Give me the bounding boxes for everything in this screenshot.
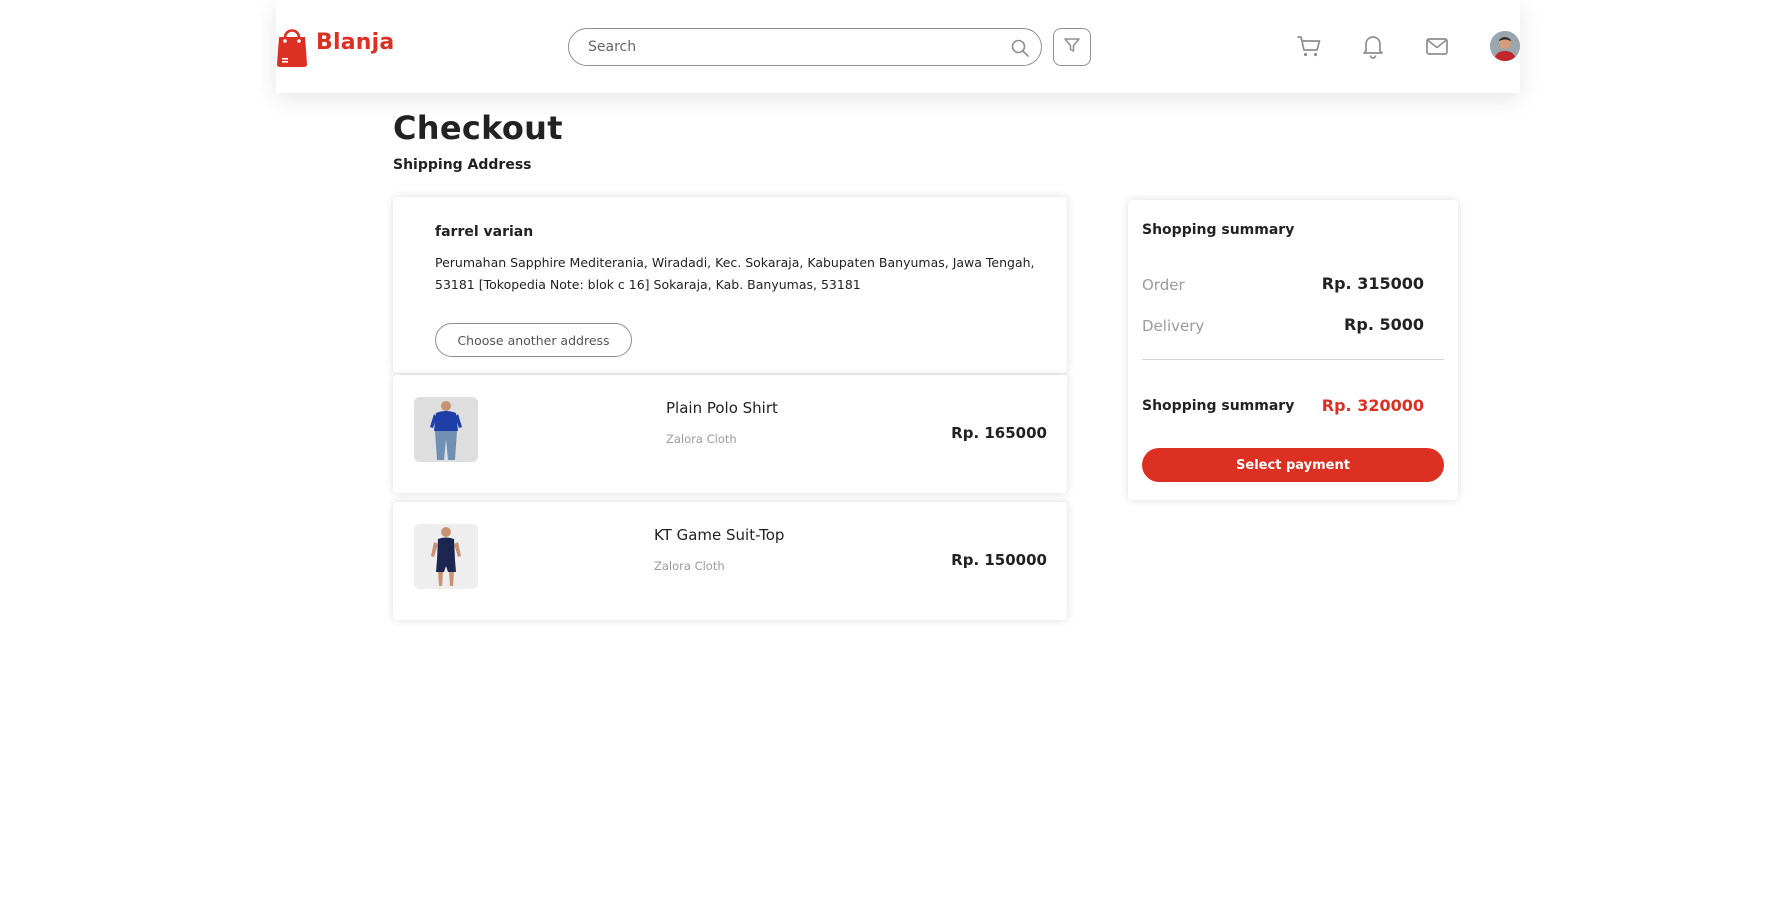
brand-logo[interactable]: Blanja — [276, 24, 394, 68]
product-price: Rp. 150000 — [951, 551, 1047, 569]
cart-item: Plain Polo Shirt Zalora Cloth Rp. 165000 — [393, 375, 1067, 493]
shopping-bag-icon — [276, 24, 308, 68]
summary-divider — [1142, 359, 1444, 360]
total-value: Rp. 320000 — [1321, 396, 1424, 415]
top-navbar: Blanja — [276, 0, 1520, 93]
order-label: Order — [1142, 276, 1185, 294]
bell-icon[interactable] — [1360, 33, 1386, 59]
product-image — [414, 397, 478, 462]
product-name: KT Game Suit-Top — [654, 526, 785, 544]
recipient-name: farrel varian — [435, 224, 534, 240]
total-label: Shopping summary — [1142, 398, 1295, 414]
shipping-address-card: farrel varian Perumahan Sapphire Mediter… — [393, 197, 1067, 373]
select-payment-button[interactable]: Select payment — [1142, 448, 1444, 482]
store-name: Zalora Cloth — [666, 432, 737, 446]
search-icon[interactable] — [1010, 38, 1030, 58]
filter-button[interactable] — [1053, 28, 1091, 66]
page-title: Checkout — [393, 109, 563, 147]
search-input[interactable] — [588, 39, 988, 55]
cart-item: KT Game Suit-Top Zalora Cloth Rp. 150000 — [393, 502, 1067, 620]
order-value: Rp. 315000 — [1321, 274, 1424, 293]
search-bar — [568, 28, 1042, 66]
filter-icon — [1063, 36, 1081, 58]
delivery-value: Rp. 5000 — [1344, 315, 1424, 334]
brand-name: Blanja — [316, 29, 395, 55]
address-text: Perumahan Sapphire Mediterania, Wiradadi… — [435, 255, 1035, 292]
shopping-summary-card: Shopping summary Order Rp. 315000 Delive… — [1128, 200, 1458, 500]
delivery-label: Delivery — [1142, 317, 1205, 335]
cart-icon[interactable] — [1296, 33, 1322, 59]
section-label-shipping: Shipping Address — [393, 157, 532, 173]
store-name: Zalora Cloth — [654, 559, 725, 573]
product-image — [414, 524, 478, 589]
mail-icon[interactable] — [1424, 33, 1450, 59]
user-avatar[interactable] — [1490, 31, 1520, 61]
product-name: Plain Polo Shirt — [666, 399, 778, 417]
product-price: Rp. 165000 — [951, 424, 1047, 442]
choose-address-button[interactable]: Choose another address — [435, 323, 632, 357]
summary-title: Shopping summary — [1142, 222, 1295, 238]
